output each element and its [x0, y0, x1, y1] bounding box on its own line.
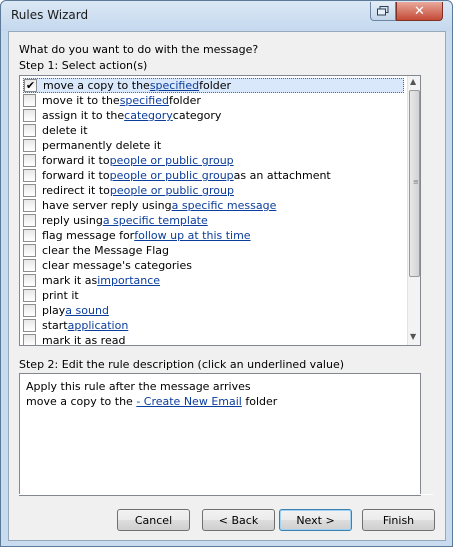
action-text: forward it to	[42, 169, 110, 182]
scroll-down-icon[interactable]: ▼	[410, 332, 416, 341]
action-text: delete it	[42, 124, 88, 137]
action-item[interactable]: mark it as read	[23, 333, 404, 346]
action-item[interactable]: delete it	[23, 123, 404, 138]
cancel-button[interactable]: Cancel	[117, 509, 190, 531]
action-checkbox[interactable]	[23, 319, 36, 332]
action-checkbox[interactable]	[23, 244, 36, 257]
action-text: move it to the	[42, 94, 120, 107]
action-item[interactable]: start application	[23, 318, 404, 333]
action-text: folder	[199, 79, 232, 92]
finish-button[interactable]: Finish	[362, 509, 435, 531]
action-checkbox[interactable]	[23, 94, 36, 107]
title-bar[interactable]: Rules Wizard ✕	[1, 1, 452, 31]
step2-label: Step 2: Edit the rule description (click…	[19, 358, 345, 371]
description-line-1: Apply this rule after the message arrive…	[26, 380, 251, 393]
action-text: have server reply using	[42, 199, 172, 212]
separator	[19, 494, 433, 495]
rule-description: Apply this rule after the message arrive…	[19, 373, 421, 496]
action-link[interactable]: category	[124, 109, 173, 122]
grip-icon: ≡	[413, 178, 419, 186]
action-item[interactable]: flag message for follow up at this time	[23, 228, 404, 243]
action-item[interactable]: redirect it to people or public group	[23, 183, 404, 198]
action-checkbox[interactable]	[23, 169, 36, 182]
action-text: reply using	[42, 214, 103, 227]
action-checkbox[interactable]	[23, 304, 36, 317]
action-text: move a copy to the	[43, 79, 150, 92]
folder-link[interactable]: - Create New Email	[136, 395, 242, 408]
restore-button[interactable]	[370, 2, 396, 21]
action-checkbox[interactable]	[23, 139, 36, 152]
description-text: move a copy to the	[26, 395, 137, 408]
scroll-up-icon[interactable]: ▲	[410, 77, 416, 86]
action-checkbox[interactable]	[23, 199, 36, 212]
action-link[interactable]: specified	[150, 79, 199, 92]
action-text: clear the Message Flag	[42, 244, 169, 257]
action-item[interactable]: mark it as importance	[23, 273, 404, 288]
action-item[interactable]: permanently delete it	[23, 138, 404, 153]
action-link[interactable]: application	[68, 319, 129, 332]
action-item[interactable]: forward it to people or public group as …	[23, 168, 404, 183]
action-item[interactable]: print it	[23, 288, 404, 303]
description-line-2: move a copy to the - Create New Email fo…	[26, 394, 414, 409]
action-checkbox[interactable]	[23, 109, 36, 122]
action-checkbox[interactable]	[23, 124, 36, 137]
action-text: permanently delete it	[42, 139, 162, 152]
action-item[interactable]: forward it to people or public group	[23, 153, 404, 168]
action-checkbox[interactable]	[23, 334, 36, 345]
action-text: play	[42, 304, 66, 317]
restore-icon	[377, 6, 389, 16]
scrollbar-thumb[interactable]: ≡	[409, 90, 420, 277]
action-checkbox[interactable]	[23, 154, 36, 167]
action-link[interactable]: people or public group	[110, 169, 234, 182]
action-item[interactable]: move it to the specified folder	[23, 93, 404, 108]
action-text: as an attachment	[233, 169, 331, 182]
window-title: Rules Wizard	[11, 8, 89, 22]
action-text: forward it to	[42, 154, 110, 167]
action-link[interactable]: specified	[120, 94, 169, 107]
action-link[interactable]: people or public group	[110, 154, 234, 167]
back-button[interactable]: < Back	[202, 509, 275, 531]
close-icon: ✕	[414, 3, 425, 19]
action-item[interactable]: play a sound	[23, 303, 404, 318]
action-checkbox[interactable]: ✔	[24, 79, 37, 92]
action-text: mark it as read	[42, 334, 126, 346]
action-checkbox[interactable]	[23, 259, 36, 272]
action-link[interactable]: a specific message	[172, 199, 277, 212]
step1-label: Step 1: Select action(s)	[19, 59, 148, 72]
actions-scrollbar[interactable]: ▲ ≡ ▼	[407, 76, 420, 345]
action-text: start	[42, 319, 68, 332]
action-checkbox[interactable]	[23, 229, 36, 242]
action-text: folder	[168, 94, 201, 107]
action-checkbox[interactable]	[23, 274, 36, 287]
action-link[interactable]: a sound	[65, 304, 109, 317]
action-text: category	[172, 109, 222, 122]
action-link[interactable]: people or public group	[110, 184, 234, 197]
action-item[interactable]: have server reply using a specific messa…	[23, 198, 404, 213]
wizard-body: What do you want to do with the message?…	[8, 31, 446, 541]
action-text: redirect it to	[42, 184, 110, 197]
action-text: flag message for	[42, 229, 135, 242]
action-link[interactable]: follow up at this time	[134, 229, 250, 242]
action-link[interactable]: a specific template	[103, 214, 208, 227]
close-button[interactable]: ✕	[396, 2, 443, 21]
action-text: clear message's categories	[42, 259, 192, 272]
next-button[interactable]: Next >	[279, 509, 352, 531]
action-item[interactable]: clear the Message Flag	[23, 243, 404, 258]
action-link[interactable]: importance	[97, 274, 160, 287]
action-item[interactable]: reply using a specific template	[23, 213, 404, 228]
action-text: mark it as	[42, 274, 98, 287]
prompt-text: What do you want to do with the message?	[19, 43, 259, 56]
action-checkbox[interactable]	[23, 289, 36, 302]
action-text: print it	[42, 289, 79, 302]
action-checkbox[interactable]	[23, 184, 36, 197]
action-item[interactable]: ✔ move a copy to the specified folder	[23, 78, 404, 93]
actions-list[interactable]: mark it as read start application play a s…	[19, 75, 421, 346]
rules-wizard-window: Rules Wizard ✕ What do you want to do wi…	[0, 0, 453, 547]
action-item[interactable]: assign it to the category category	[23, 108, 404, 123]
action-checkbox[interactable]	[23, 214, 36, 227]
action-text: assign it to the	[42, 109, 125, 122]
description-text: folder	[241, 395, 278, 408]
checkmark-icon: ✔	[25, 79, 36, 92]
action-item[interactable]: clear message's categories	[23, 258, 404, 273]
